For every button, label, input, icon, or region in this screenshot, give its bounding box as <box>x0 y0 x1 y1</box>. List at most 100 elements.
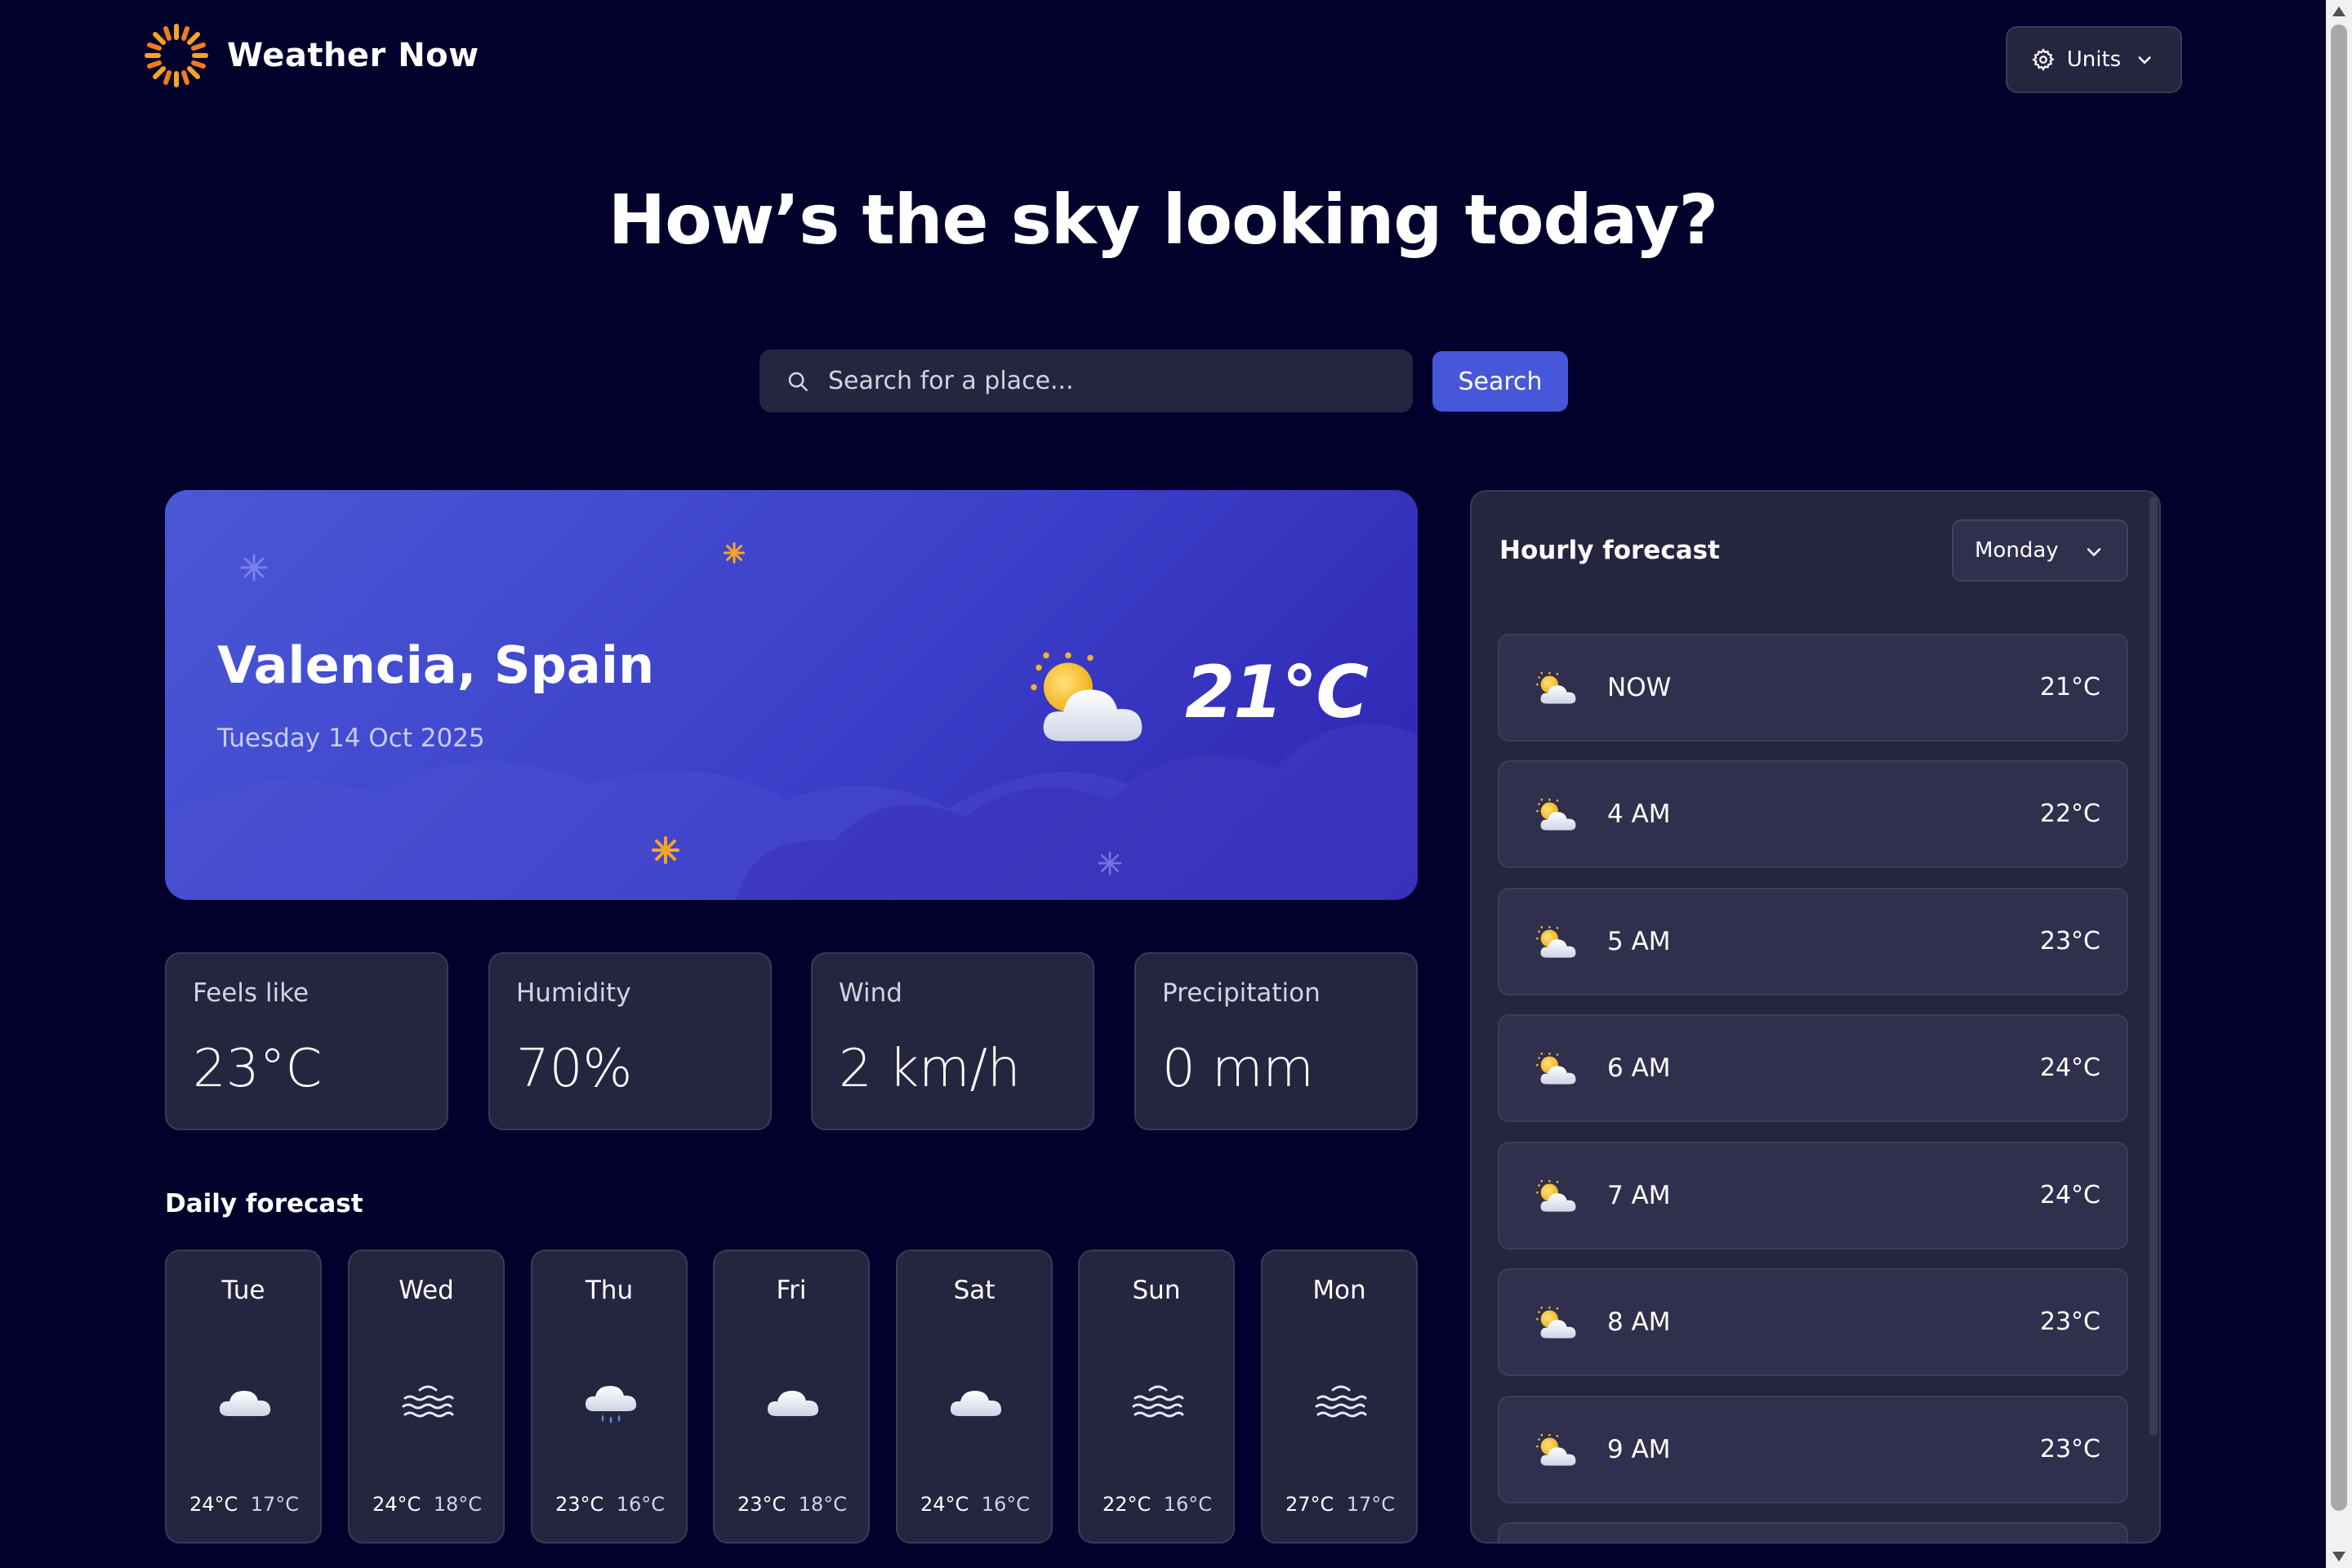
stat-card-wind: Wind 2 km/h <box>811 952 1094 1130</box>
day-name: Tue <box>221 1276 265 1305</box>
hour-time: 5 AM <box>1607 927 1671 956</box>
daily-card-fri[interactable]: Fri 23°C 18°C <box>713 1250 870 1544</box>
partly-cloudy-icon <box>1532 1174 1584 1220</box>
gear-icon <box>2031 48 2055 71</box>
partly-cloudy-icon <box>1532 1047 1584 1093</box>
chevron-down-icon <box>2087 548 2101 557</box>
sparkle-icon <box>652 836 679 864</box>
hour-time: 7 AM <box>1607 1181 1671 1210</box>
current-weather-card: Valencia, Spain Tuesday 14 Oct 2025 21°C <box>165 490 1418 900</box>
hourly-row: 5 AM 23°C <box>1498 888 2128 996</box>
hourly-scrollbar[interactable] <box>2149 497 2158 1436</box>
stat-value: 2 km/h <box>839 1039 1021 1099</box>
partly-cloudy-icon <box>1532 1301 1584 1347</box>
hour-temp: 23°C <box>2039 1307 2100 1336</box>
hourly-row: 9 AM 23°C <box>1498 1396 2128 1503</box>
day-low-temp: 18°C <box>798 1493 847 1516</box>
daily-card-sun[interactable]: Sun 22°C 16°C <box>1078 1250 1235 1544</box>
partly-cloudy-icon <box>1019 644 1166 758</box>
stat-card-precipitation: Precipitation 0 mm <box>1134 952 1418 1130</box>
hourly-row: 4 AM 22°C <box>1498 760 2128 868</box>
day-name: Wed <box>399 1276 454 1305</box>
search-input[interactable] <box>828 367 1400 395</box>
stat-value: 70% <box>516 1039 633 1099</box>
hourly-row: 6 AM 24°C <box>1498 1014 2128 1122</box>
page-headline: How’s the sky looking today? <box>608 180 1718 260</box>
day-low-temp: 16°C <box>981 1493 1030 1516</box>
partly-cloudy-icon <box>1532 666 1584 712</box>
day-name: Sun <box>1132 1276 1181 1305</box>
day-high-temp: 24°C <box>920 1493 969 1516</box>
daily-card-tue[interactable]: Tue 24°C 17°C <box>165 1250 322 1544</box>
hour-temp: 24°C <box>2039 1181 2100 1209</box>
daily-card-wed[interactable]: Wed 24°C 18°C <box>348 1250 505 1544</box>
partly-cloudy-icon <box>1532 920 1584 966</box>
stat-label: Wind <box>839 978 902 1008</box>
day-high-temp: 24°C <box>189 1493 238 1516</box>
fog-icon <box>1308 1370 1374 1436</box>
hour-time: 4 AM <box>1607 800 1671 829</box>
hour-time: NOW <box>1607 673 1672 702</box>
daily-card-sat[interactable]: Sat 24°C 16°C <box>896 1250 1053 1544</box>
scroll-down-arrow-icon[interactable] <box>2332 1552 2345 1561</box>
day-low-temp: 16°C <box>1163 1493 1212 1516</box>
sparkle-icon <box>240 554 268 581</box>
day-name: Fri <box>776 1276 807 1305</box>
stat-value: 0 mm <box>1162 1039 1314 1099</box>
search-icon <box>788 372 808 391</box>
page-scroll-thumb[interactable] <box>2331 24 2347 1511</box>
day-name: Thu <box>585 1276 634 1305</box>
page-scrollbar[interactable] <box>2326 0 2352 1568</box>
day-high-temp: 23°C <box>555 1493 604 1516</box>
stat-label: Humidity <box>516 978 631 1008</box>
hour-temp: 24°C <box>2039 1054 2100 1082</box>
stat-card-humidity: Humidity 70% <box>488 952 772 1130</box>
day-name: Sat <box>953 1276 996 1305</box>
partly-cloudy-icon <box>1532 1428 1584 1474</box>
current-temperature: 21°C <box>1184 650 1369 734</box>
day-high-temp: 22°C <box>1102 1493 1152 1516</box>
day-low-temp: 17°C <box>1346 1493 1395 1516</box>
day-low-temp: 17°C <box>250 1493 299 1516</box>
day-high-temp: 27°C <box>1285 1493 1334 1516</box>
day-low-temp: 16°C <box>616 1493 665 1516</box>
chevron-down-icon <box>2138 56 2151 65</box>
hourly-row: 8 AM 23°C <box>1498 1268 2128 1376</box>
cloud-icon <box>212 1370 278 1436</box>
stat-label: Feels like <box>193 978 310 1008</box>
header: Weather Now Units <box>144 23 2182 98</box>
hour-time: 6 AM <box>1607 1054 1671 1083</box>
hourly-forecast-title: Hourly forecast <box>1499 536 1720 565</box>
daily-card-mon[interactable]: Mon 27°C 17°C <box>1261 1250 1418 1544</box>
cloud-icon <box>760 1370 826 1436</box>
sun-logo-icon <box>145 24 208 87</box>
location-name: Valencia, Spain <box>217 635 655 695</box>
units-label: Units <box>2066 47 2122 72</box>
search-bar[interactable] <box>760 350 1413 412</box>
hour-temp: 21°C <box>2039 673 2100 702</box>
hour-time: 9 AM <box>1607 1435 1671 1464</box>
hour-temp: 23°C <box>2039 927 2100 956</box>
current-date: Tuesday 14 Oct 2025 <box>217 724 485 753</box>
scroll-up-arrow-icon[interactable] <box>2332 7 2345 16</box>
hourly-row: 7 AM 24°C <box>1498 1142 2128 1250</box>
hour-temp: 22°C <box>2039 800 2100 828</box>
search-button[interactable]: Search <box>1432 351 1568 412</box>
hourly-row-partial <box>1498 1522 2128 1542</box>
fog-icon <box>1125 1370 1191 1436</box>
cloud-icon <box>943 1370 1009 1436</box>
sparkle-icon <box>724 542 745 564</box>
app-logo[interactable]: Weather Now <box>144 23 479 88</box>
day-select-dropdown[interactable]: Monday <box>1952 519 2128 581</box>
stat-card-feels-like: Feels like 23°C <box>165 952 448 1130</box>
units-button[interactable]: Units <box>2006 26 2182 93</box>
day-low-temp: 18°C <box>433 1493 482 1516</box>
day-high-temp: 24°C <box>372 1493 421 1516</box>
app-name: Weather Now <box>227 37 479 74</box>
hourly-forecast-panel[interactable]: Hourly forecast Monday NOW 21°C 4 AM 22°… <box>1470 490 2161 1544</box>
hour-time: 8 AM <box>1607 1307 1671 1337</box>
day-high-temp: 23°C <box>737 1493 786 1516</box>
daily-card-thu[interactable]: Thu 23°C 16°C <box>531 1250 688 1544</box>
stat-value: 23°C <box>193 1039 323 1099</box>
day-name: Mon <box>1312 1276 1366 1305</box>
